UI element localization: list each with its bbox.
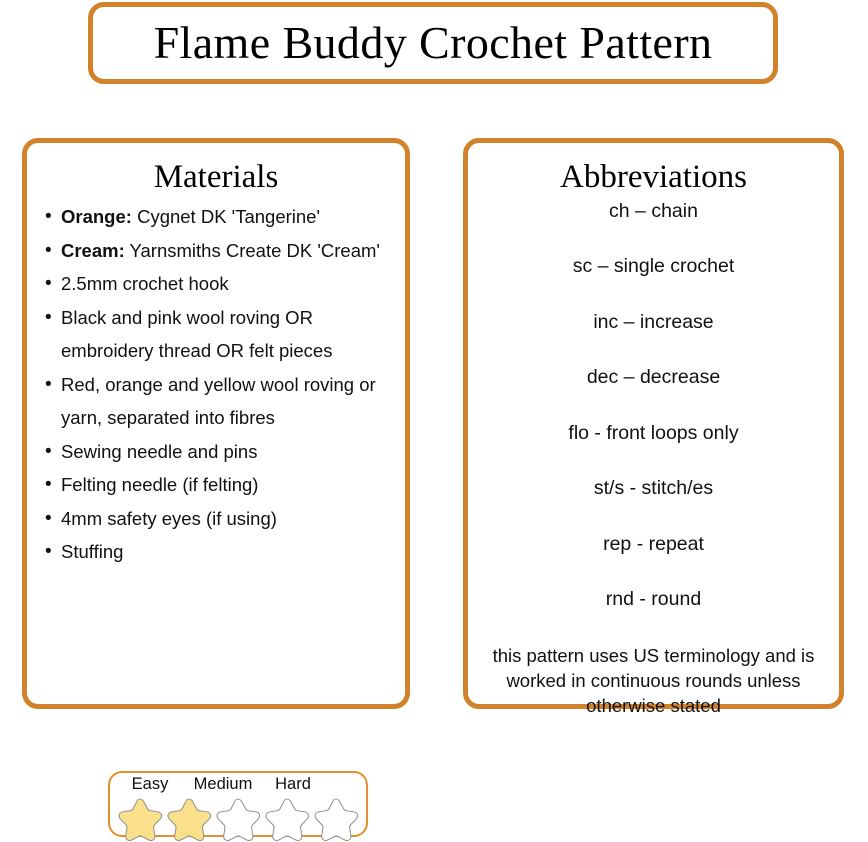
materials-panel: Materials Orange: Cygnet DK 'Tangerine'C…: [22, 138, 410, 841]
abbreviation-entry: ch – chain: [609, 200, 698, 222]
materials-item-text: 2.5mm crochet hook: [61, 273, 229, 294]
star-icon-filled: [167, 798, 212, 841]
difficulty-label-hard: Hard: [275, 775, 311, 793]
page-title: Flame Buddy Crochet Pattern: [153, 17, 713, 68]
materials-item-text: Red, orange and yellow wool roving or ya…: [61, 373, 376, 429]
materials-item-text: 4mm safety eyes (if using): [61, 507, 277, 529]
materials-list-item: Orange: Cygnet DK 'Tangerine': [45, 200, 391, 234]
difficulty-stars: [110, 796, 366, 842]
materials-list-item: Sewing needle and pins: [45, 435, 391, 469]
materials-item-text: Cygnet DK 'Tangerine': [131, 206, 320, 227]
abbreviation-entry: st/s - stitch/es: [593, 477, 714, 500]
materials-item-text: Sewing needle and pins: [61, 440, 258, 462]
abbreviation-entry: flo - front loops only: [568, 421, 739, 444]
abbreviations-heading: Abbreviations: [560, 159, 747, 195]
star-icon-empty: [265, 798, 310, 841]
materials-list-item: Black and pink wool roving OR embroidery…: [45, 301, 391, 368]
terminology-note: this pattern uses US terminology and is …: [492, 645, 815, 717]
materials-item-label: Orange:: [61, 206, 132, 227]
materials-item-text: Felting needle (if felting): [61, 474, 259, 495]
materials-list-item: Stuffing: [45, 535, 391, 569]
materials-list-item: Felting needle (if felting): [45, 468, 391, 502]
difficulty-rating-widget: Easy Medium Hard: [108, 771, 368, 841]
abbreviation-entry: rep - repeat: [603, 532, 704, 555]
materials-list-item: Red, orange and yellow wool roving or ya…: [45, 368, 391, 435]
star-icon-empty: [216, 798, 261, 841]
pattern-title-banner: Flame Buddy Crochet Pattern: [88, 2, 778, 84]
materials-item-text: Black and pink wool roving OR embroidery…: [61, 306, 333, 362]
materials-list-item: Cream: Yarnsmiths Create DK 'Cream': [45, 234, 391, 268]
difficulty-labels: Easy Medium Hard: [110, 775, 366, 797]
abbreviations-list: ch – chain sc – single crochet inc – incre…: [468, 200, 839, 610]
abbreviation-entry: rnd - round: [605, 587, 702, 610]
abbreviations-panel: Abbreviations ch – chain sc – single croc…: [463, 138, 844, 716]
materials-list: Orange: Cygnet DK 'Tangerine'Cream: Yarn…: [27, 200, 405, 569]
materials-list-item: 2.5mm crochet hook: [45, 267, 391, 301]
abbreviation-entry: inc – increase: [593, 310, 714, 333]
materials-heading: Materials: [153, 159, 279, 195]
materials-item-text: Yarnsmiths Create DK 'Cream': [124, 239, 380, 261]
star-icon-filled: [118, 798, 163, 841]
materials-item-label: Cream:: [61, 239, 125, 261]
materials-list-item: 4mm safety eyes (if using): [45, 502, 391, 536]
star-icon-empty: [314, 798, 359, 841]
difficulty-label-easy: Easy: [131, 775, 169, 793]
abbreviation-entry: sc – single crochet: [572, 255, 735, 278]
difficulty-label-medium: Medium: [193, 775, 253, 793]
abbreviation-entry: dec – decrease: [586, 366, 721, 389]
materials-item-text: Stuffing: [61, 541, 124, 562]
